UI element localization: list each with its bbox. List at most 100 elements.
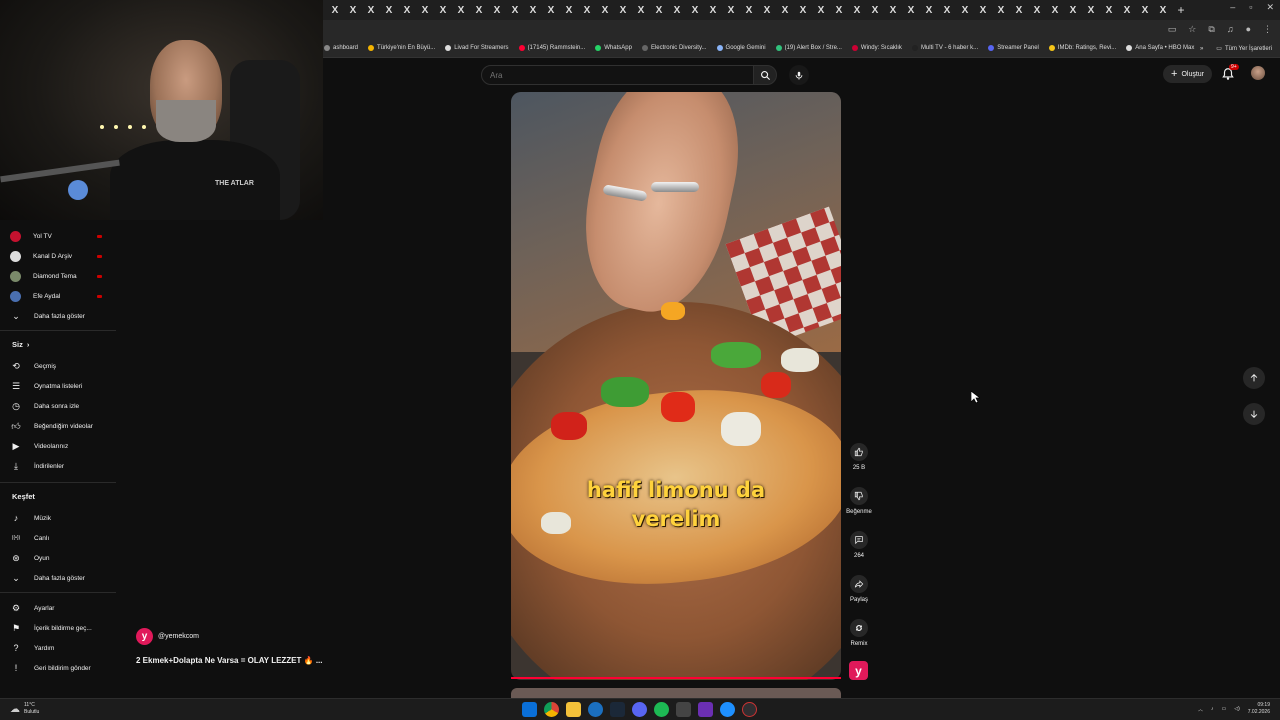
browser-tab[interactable]: X <box>632 2 650 18</box>
browser-tab[interactable]: X <box>614 2 632 18</box>
clock[interactable]: 09:19 7.02.2026 <box>1248 702 1270 716</box>
chrome-icon[interactable] <box>544 702 559 717</box>
channel-info[interactable]: y @yemekcom <box>136 628 199 645</box>
sidebar-item[interactable]: 👍︎ Beğendiğim videolar <box>10 418 116 434</box>
browser-tab[interactable]: X <box>560 2 578 18</box>
all-bookmarks[interactable]: » ▭ Tüm Yer İşaretleri <box>1200 45 1272 53</box>
bookmark-item[interactable]: (19) Alert Box / Stre... <box>775 45 842 51</box>
bookmark-item[interactable]: (17145) Rammstein... <box>518 45 585 51</box>
bookmark-item[interactable]: IMDb: Ratings, Revi... <box>1048 45 1116 51</box>
channel-handle[interactable]: @yemekcom <box>158 633 199 640</box>
short-video-player[interactable]: hafif limonu da verelim <box>511 92 841 680</box>
voice-search-button[interactable] <box>789 65 809 85</box>
sidebar-item[interactable]: Diamond Tema <box>10 268 116 284</box>
show-more-button[interactable]: ⌄ Daha fazla göster <box>10 308 116 324</box>
sidebar-item[interactable]: ⚑ İçerik bildirme geç... <box>10 620 116 636</box>
browser-tab[interactable]: X <box>1082 2 1100 18</box>
cast-icon[interactable]: ▭ <box>1168 24 1177 35</box>
network-icon[interactable]: ▭ <box>1222 706 1227 712</box>
mic-tray-icon[interactable]: ♪ <box>1211 706 1214 712</box>
browser-tab[interactable]: X <box>506 2 524 18</box>
sidebar-item[interactable]: ? Yardım <box>10 640 116 656</box>
browser-tab[interactable]: X <box>1100 2 1118 18</box>
sidebar-item[interactable]: ((•)) Canlı <box>10 530 116 546</box>
browser-tab[interactable]: X <box>686 2 704 18</box>
sidebar-section-heading[interactable]: Siz › <box>12 340 29 349</box>
sidebar-item[interactable]: ⊛ Oyun <box>10 550 116 566</box>
bookmark-item[interactable]: Livad For Streamers <box>445 45 509 51</box>
browser-tab[interactable]: X <box>704 2 722 18</box>
spotify-icon[interactable] <box>654 702 669 717</box>
menu-icon[interactable]: ⋮ <box>1263 24 1272 35</box>
new-tab-button[interactable]: + <box>1172 2 1190 18</box>
browser-tab[interactable]: X <box>1118 2 1136 18</box>
browser-tab[interactable]: X <box>812 2 830 18</box>
steam-icon[interactable] <box>610 702 625 717</box>
profile-icon[interactable]: ● <box>1246 24 1251 35</box>
sidebar-item[interactable]: Efe Aydal <box>10 288 116 304</box>
browser-tab[interactable]: X <box>1028 2 1046 18</box>
bookmark-item[interactable]: ashboard <box>324 45 358 51</box>
extensions-icon[interactable]: ⧉ <box>1208 24 1214 35</box>
windows-start-icon[interactable] <box>522 702 537 717</box>
sidebar-item[interactable]: ⤓ İndirilenler <box>10 458 116 474</box>
close-window-icon[interactable]: ✕ <box>1266 2 1274 13</box>
obs-icon[interactable] <box>742 702 757 717</box>
like-action[interactable]: 25 B <box>846 443 872 471</box>
file-explorer-icon[interactable] <box>566 702 581 717</box>
browser-tab[interactable]: X <box>398 2 416 18</box>
bookmark-item[interactable]: Multi TV - 6 haber k... <box>911 45 978 51</box>
media-icon[interactable]: ♫ <box>1227 24 1234 35</box>
browser-tab[interactable]: X <box>758 2 776 18</box>
account-avatar[interactable] <box>1251 66 1265 80</box>
browser-tab[interactable]: X <box>470 2 488 18</box>
chevron-up-icon[interactable]: ︿ <box>1198 706 1203 713</box>
sidebar-item[interactable]: Kanal D Arşiv <box>10 248 116 264</box>
app-icon[interactable] <box>698 702 713 717</box>
browser-tab[interactable]: X <box>1064 2 1082 18</box>
browser-tab[interactable]: X <box>974 2 992 18</box>
browser-tab[interactable]: X <box>1046 2 1064 18</box>
comments-button[interactable] <box>850 531 868 549</box>
star-icon[interactable]: ☆ <box>1188 24 1196 35</box>
search-button[interactable] <box>753 65 777 85</box>
bookmark-item[interactable]: WhatsApp <box>595 45 632 51</box>
browser-tab[interactable]: X <box>452 2 470 18</box>
bookmark-item[interactable]: Ana Sayfa • HBO Max <box>1126 45 1194 51</box>
browser-tab[interactable]: X <box>1136 2 1154 18</box>
browser-tab[interactable]: X <box>650 2 668 18</box>
browser-tab[interactable]: X <box>380 2 398 18</box>
browser-tab[interactable]: X <box>920 2 938 18</box>
volume-icon[interactable]: ◁) <box>1234 706 1240 712</box>
sidebar-item[interactable]: ▶ Videolarınız <box>10 438 116 454</box>
browser-tab[interactable]: X <box>1154 2 1172 18</box>
dislike-action[interactable]: Beğenme <box>846 487 872 515</box>
browser-tab[interactable]: X <box>830 2 848 18</box>
calculator-icon[interactable] <box>676 702 691 717</box>
browser-tab[interactable]: X <box>542 2 560 18</box>
browser-tab[interactable]: X <box>938 2 956 18</box>
browser-tab[interactable]: X <box>1010 2 1028 18</box>
browser-tab[interactable]: X <box>488 2 506 18</box>
minimize-icon[interactable]: – <box>1230 2 1235 13</box>
browser-tab[interactable]: X <box>578 2 596 18</box>
next-short-button[interactable] <box>1243 403 1265 425</box>
create-button[interactable]: + Oluştur <box>1163 65 1212 83</box>
browser-tab[interactable]: X <box>362 2 380 18</box>
browser-tab[interactable]: X <box>902 2 920 18</box>
maximize-icon[interactable]: ▫ <box>1249 2 1252 13</box>
sidebar-item[interactable]: Yol TV <box>10 228 116 244</box>
browser-tab[interactable]: X <box>794 2 812 18</box>
browser-tab[interactable]: X <box>722 2 740 18</box>
like-button[interactable] <box>850 443 868 461</box>
sidebar-item[interactable]: ⟲ Geçmiş <box>10 358 116 374</box>
browser-tab[interactable]: X <box>434 2 452 18</box>
sidebar-item[interactable]: ☰ Oynatma listeleri <box>10 378 116 394</box>
discord-icon[interactable] <box>632 702 647 717</box>
browser-tab[interactable]: X <box>596 2 614 18</box>
sidebar-item[interactable]: ♪ Müzik <box>10 510 116 526</box>
browser-tab[interactable]: X <box>848 2 866 18</box>
browser-tab[interactable]: X <box>776 2 794 18</box>
share-button[interactable] <box>850 575 868 593</box>
bookmark-item[interactable]: Windy: Sıcaklık <box>851 45 902 51</box>
